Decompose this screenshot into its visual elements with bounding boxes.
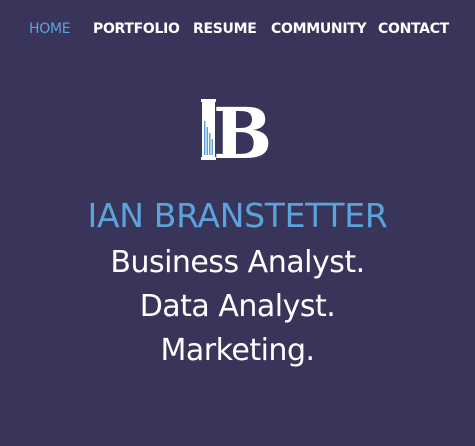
hero-role-1: Business Analyst.: [110, 245, 365, 280]
logo-letter: B: [213, 99, 271, 161]
ib-monogram-logo-icon[interactable]: B: [199, 99, 271, 161]
hero-role-2: Data Analyst.: [139, 289, 336, 324]
hero-name: IAN BRANSTETTER: [87, 196, 388, 235]
nav-portfolio-link[interactable]: PORTFOLIO: [93, 18, 180, 40]
top-nav: HOME PORTFOLIO RESUME COMMUNITY CONTACT: [0, 18, 475, 42]
hero-role-3: Marketing.: [160, 333, 315, 368]
nav-contact-link[interactable]: CONTACT: [378, 18, 449, 40]
nav-resume-link[interactable]: RESUME: [193, 18, 257, 40]
nav-home-link[interactable]: HOME: [29, 18, 71, 40]
nav-community-link[interactable]: COMMUNITY: [271, 18, 367, 40]
